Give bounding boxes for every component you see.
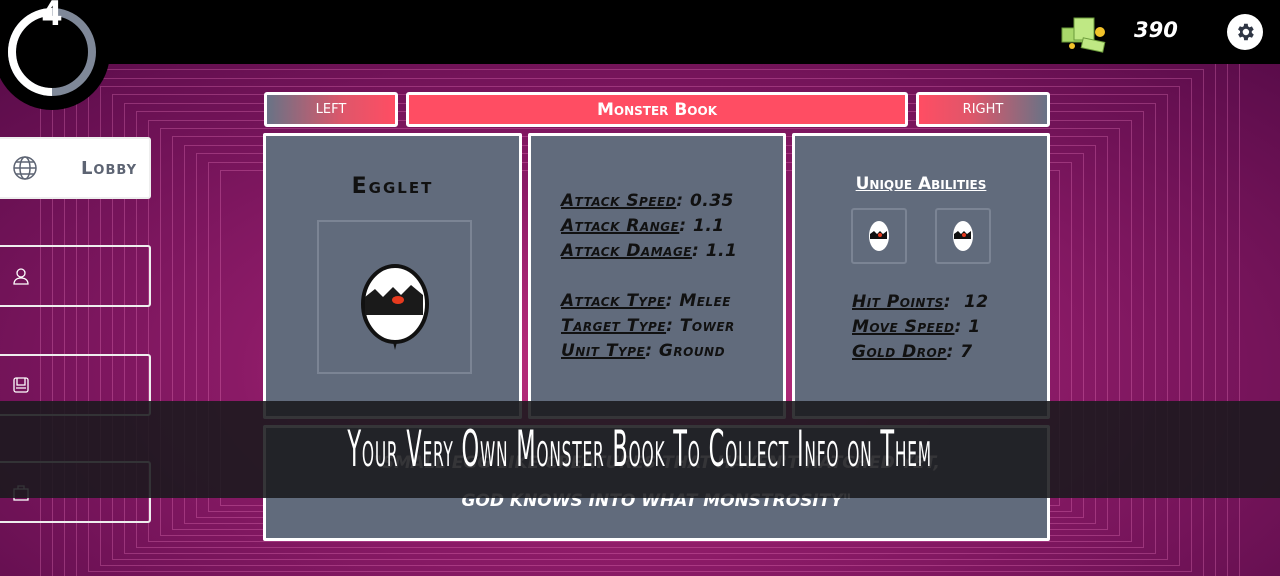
globe-icon <box>13 156 37 180</box>
stat-gold-drop: Gold Drop: 7 <box>852 342 973 362</box>
cash-icon <box>1061 17 1106 53</box>
stat-hit-points: Hit Points: 12 <box>852 292 989 312</box>
stat-move-speed: Move Speed: 1 <box>852 317 981 337</box>
level-number: 4 <box>41 0 63 34</box>
monster-portrait <box>317 220 472 374</box>
coin-count: 390 <box>1134 18 1178 42</box>
ability-icon <box>869 221 889 251</box>
monster-name: Egglet <box>351 174 434 199</box>
person-icon <box>13 268 29 285</box>
ability-slot-1[interactable] <box>851 208 907 264</box>
lobby-button[interactable]: Lobby <box>0 137 151 199</box>
stat-attack-damage: Attack Damage: 1.1 <box>561 241 738 261</box>
stat-attack-range: Attack Range: 1.1 <box>561 216 725 236</box>
lobby-label: Lobby <box>80 157 137 179</box>
profile-button[interactable] <box>0 245 151 307</box>
caption-banner: Your Very Own Monster Book To Collect In… <box>0 401 1280 498</box>
ability-slot-2[interactable] <box>935 208 991 264</box>
right-button[interactable]: RIGHT <box>916 92 1050 127</box>
stat-attack-speed: Attack Speed: 0.35 <box>561 191 734 211</box>
abilities-title: Unique Abilities <box>855 174 987 194</box>
book-icon <box>13 377 29 393</box>
ability-icon <box>953 221 973 251</box>
settings-button[interactable] <box>1227 14 1263 50</box>
stat-attack-type: Attack Type: Melee <box>561 291 731 311</box>
gear-icon <box>1238 23 1254 41</box>
page-title: Monster Book <box>406 92 908 127</box>
left-button[interactable]: LEFT <box>264 92 398 127</box>
caption-text: Your Very Own Monster Book To Collect In… <box>347 419 933 479</box>
egglet-image <box>360 264 429 350</box>
level-indicator: 4 <box>0 0 110 110</box>
stat-target-type: Target Type: Tower <box>561 316 735 336</box>
stat-unit-type: Unit Type: Ground <box>561 341 726 361</box>
